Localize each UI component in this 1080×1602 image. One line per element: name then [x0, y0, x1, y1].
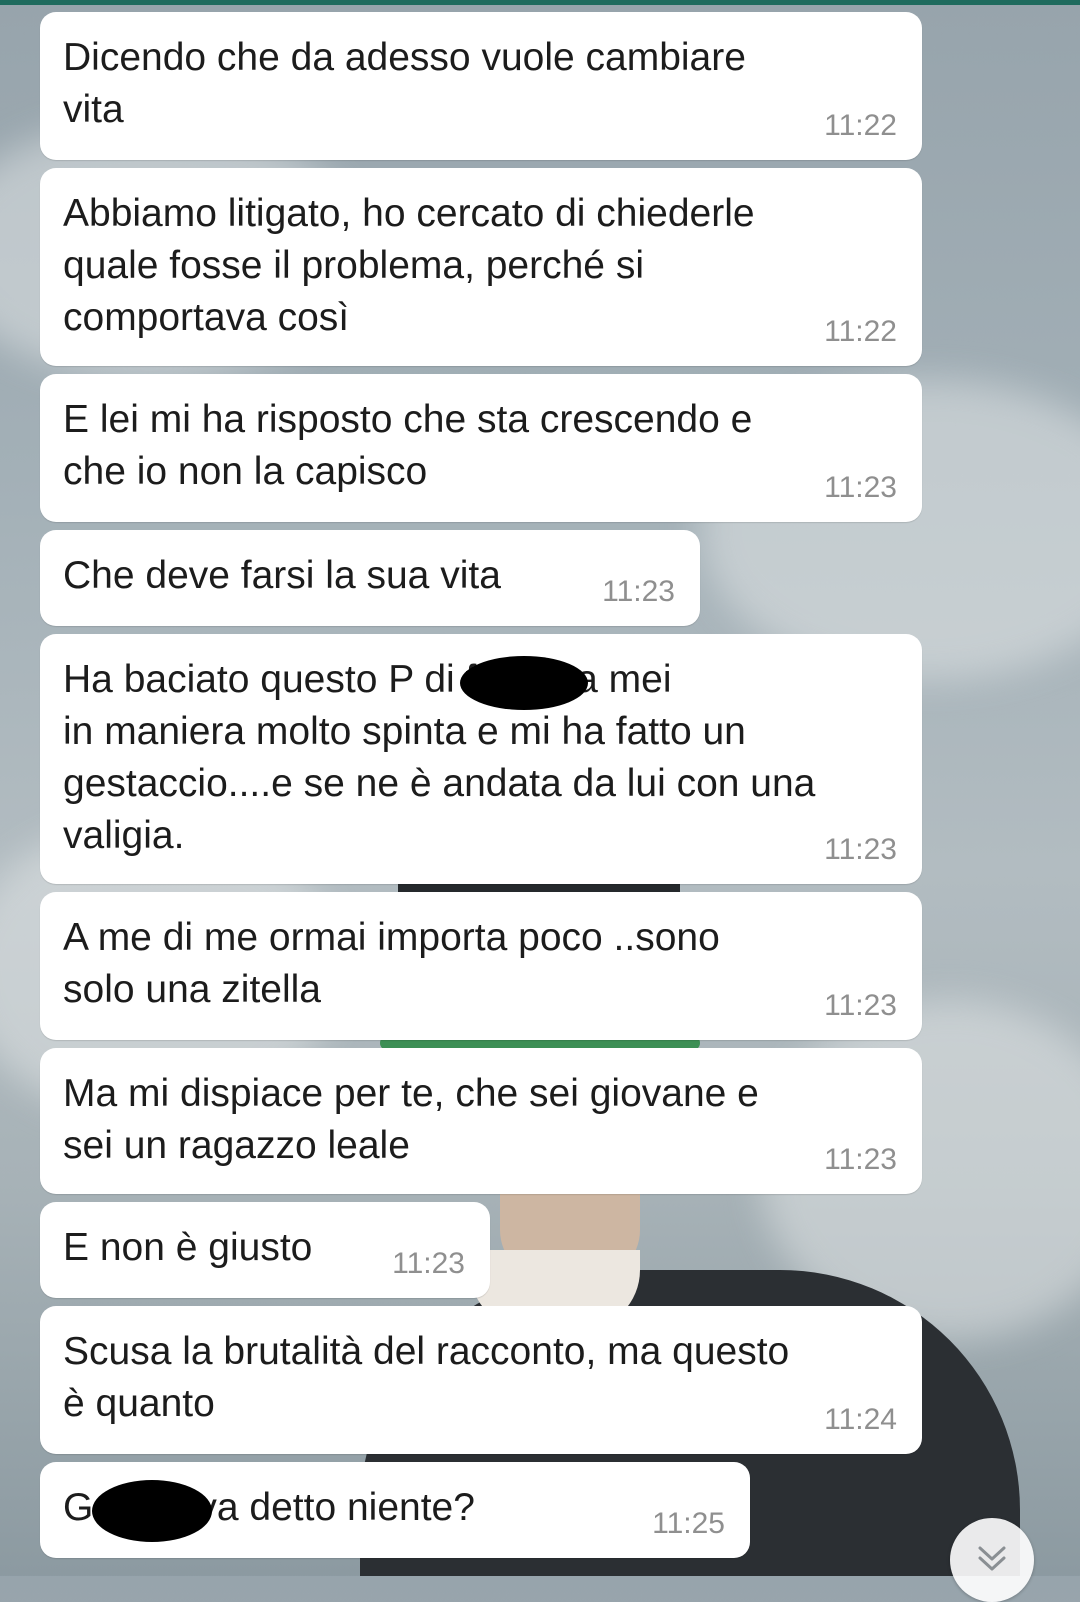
message-text: A me di me ormai importa poco ..sono sol…: [63, 916, 720, 1011]
message-text: Abbiamo litigato, ho cercato di chiederl…: [63, 192, 755, 339]
message-time: 11:23: [824, 989, 897, 1022]
redaction-mark: [92, 1480, 212, 1542]
message-time: 11:23: [824, 471, 897, 504]
message-time: 11:23: [824, 833, 897, 866]
message-bubble[interactable]: Che deve farsi la sua vita 11:23: [40, 530, 700, 626]
message-text: Scusa la brutalità del racconto, ma ques…: [63, 1330, 790, 1425]
message-bubble[interactable]: Ha baciato questo P di fronte a mei in m…: [40, 634, 922, 884]
message-time: 11:22: [824, 109, 897, 142]
message-bubble[interactable]: Abbiamo litigato, ho cercato di chiederl…: [40, 168, 922, 366]
message-bubble[interactable]: E lei mi ha risposto che sta crescendo e…: [40, 374, 922, 522]
message-bubble[interactable]: Dicendo che da adesso vuole cambiare vit…: [40, 12, 922, 160]
scroll-to-bottom-button[interactable]: [950, 1518, 1034, 1602]
message-time: 11:24: [824, 1403, 897, 1436]
message-bubble[interactable]: Scusa la brutalità del racconto, ma ques…: [40, 1306, 922, 1454]
message-time: 11:23: [392, 1247, 465, 1280]
double-chevron-down-icon: [978, 1546, 1006, 1571]
message-bubble[interactable]: G ti aveva detto niente? 11:25: [40, 1462, 750, 1558]
message-time: 11:22: [824, 315, 897, 348]
message-time: 11:23: [602, 575, 675, 608]
message-text: Che deve farsi la sua vita: [63, 554, 501, 597]
message-text: Dicendo che da adesso vuole cambiare vit…: [63, 36, 746, 131]
message-bubble[interactable]: A me di me ormai importa poco ..sono sol…: [40, 892, 922, 1040]
message-bubble[interactable]: E non è giusto 11:23: [40, 1202, 490, 1298]
message-bubble[interactable]: Ma mi dispiace per te, che sei giovane e…: [40, 1048, 922, 1194]
message-time: 11:25: [652, 1507, 725, 1540]
message-text: Ma mi dispiace per te, che sei giovane e…: [63, 1072, 759, 1167]
message-time: 11:23: [824, 1143, 897, 1176]
redaction-mark: [460, 656, 588, 710]
message-text: E lei mi ha risposto che sta crescendo e…: [63, 398, 753, 493]
